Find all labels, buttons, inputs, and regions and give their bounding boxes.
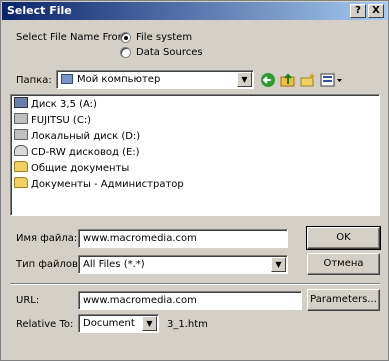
relative-select[interactable]: Document ▼ bbox=[78, 314, 159, 333]
filename-input[interactable]: www.macromedia.com bbox=[78, 229, 288, 248]
title-bar[interactable]: Select File ? X bbox=[2, 2, 387, 20]
close-button[interactable]: X bbox=[368, 4, 384, 18]
back-icon[interactable] bbox=[260, 72, 276, 88]
drive-icon bbox=[14, 129, 28, 140]
parameters-button[interactable]: Parameters... bbox=[307, 289, 380, 311]
chevron-down-icon[interactable]: ▼ bbox=[237, 72, 252, 87]
dialog-title: Select File bbox=[7, 4, 72, 17]
cancel-button[interactable]: Отмена bbox=[307, 253, 380, 275]
file-name: FUJITSU (C:) bbox=[31, 115, 92, 126]
radio-selected-dot bbox=[124, 36, 128, 40]
drive-icon bbox=[14, 113, 28, 124]
relative-label: Relative To: bbox=[16, 319, 74, 330]
view-menu-icon[interactable] bbox=[320, 72, 344, 88]
ok-button[interactable]: OK bbox=[306, 226, 381, 250]
file-name: CD-RW дисковод (E:) bbox=[31, 147, 140, 158]
relative-document-name: 3_1.htm bbox=[167, 319, 208, 330]
up-folder-icon[interactable] bbox=[280, 72, 296, 88]
filetype-label: Тип файлов: bbox=[16, 259, 82, 270]
filetype-select[interactable]: All Files (*.*) ▼ bbox=[78, 255, 288, 274]
list-item[interactable]: Документы - Администратор bbox=[14, 177, 184, 193]
filename-label: Имя файла: bbox=[16, 233, 78, 244]
file-name: Локальный диск (D:) bbox=[31, 131, 141, 142]
radio-label-file-system[interactable]: File system bbox=[136, 32, 192, 43]
lookin-value: Мой компьютер bbox=[77, 74, 161, 85]
file-name: Документы - Администратор bbox=[31, 179, 184, 190]
url-label: URL: bbox=[16, 295, 40, 306]
relative-value: Document bbox=[83, 318, 135, 329]
cd-drive-icon bbox=[14, 145, 28, 156]
lookin-combo[interactable]: Мой компьютер ▼ bbox=[56, 70, 254, 89]
my-computer-icon bbox=[61, 74, 73, 84]
file-name: Общие документы bbox=[31, 163, 130, 174]
select-file-dialog: Select File ? X Select File Name From: F… bbox=[0, 0, 389, 361]
list-item[interactable]: Общие документы bbox=[14, 161, 129, 177]
folder-icon bbox=[14, 161, 28, 172]
radio-label-data-sources[interactable]: Data Sources bbox=[136, 47, 203, 58]
help-button[interactable]: ? bbox=[350, 4, 366, 18]
new-folder-icon[interactable] bbox=[300, 72, 316, 88]
list-item[interactable]: CD-RW дисковод (E:) bbox=[14, 145, 140, 161]
radio-data-sources[interactable] bbox=[120, 47, 131, 58]
url-input[interactable]: www.macromedia.com bbox=[78, 291, 302, 310]
floppy-icon bbox=[14, 97, 28, 108]
file-list[interactable]: Диск 3,5 (A:) FUJITSU (C:) Локальный дис… bbox=[10, 94, 380, 216]
lookin-label: Папка: bbox=[16, 75, 52, 86]
source-label: Select File Name From: bbox=[16, 32, 131, 43]
chevron-down-icon[interactable]: ▼ bbox=[142, 316, 157, 331]
list-item[interactable]: Локальный диск (D:) bbox=[14, 129, 140, 145]
filetype-value: All Files (*.*) bbox=[83, 259, 145, 270]
radio-file-system[interactable] bbox=[120, 32, 131, 43]
divider bbox=[10, 283, 380, 285]
chevron-down-icon[interactable]: ▼ bbox=[271, 257, 286, 272]
folder-icon bbox=[14, 177, 28, 188]
file-name: Диск 3,5 (A:) bbox=[31, 99, 97, 110]
list-item[interactable]: Диск 3,5 (A:) bbox=[14, 97, 97, 113]
list-item[interactable]: FUJITSU (C:) bbox=[14, 113, 91, 129]
